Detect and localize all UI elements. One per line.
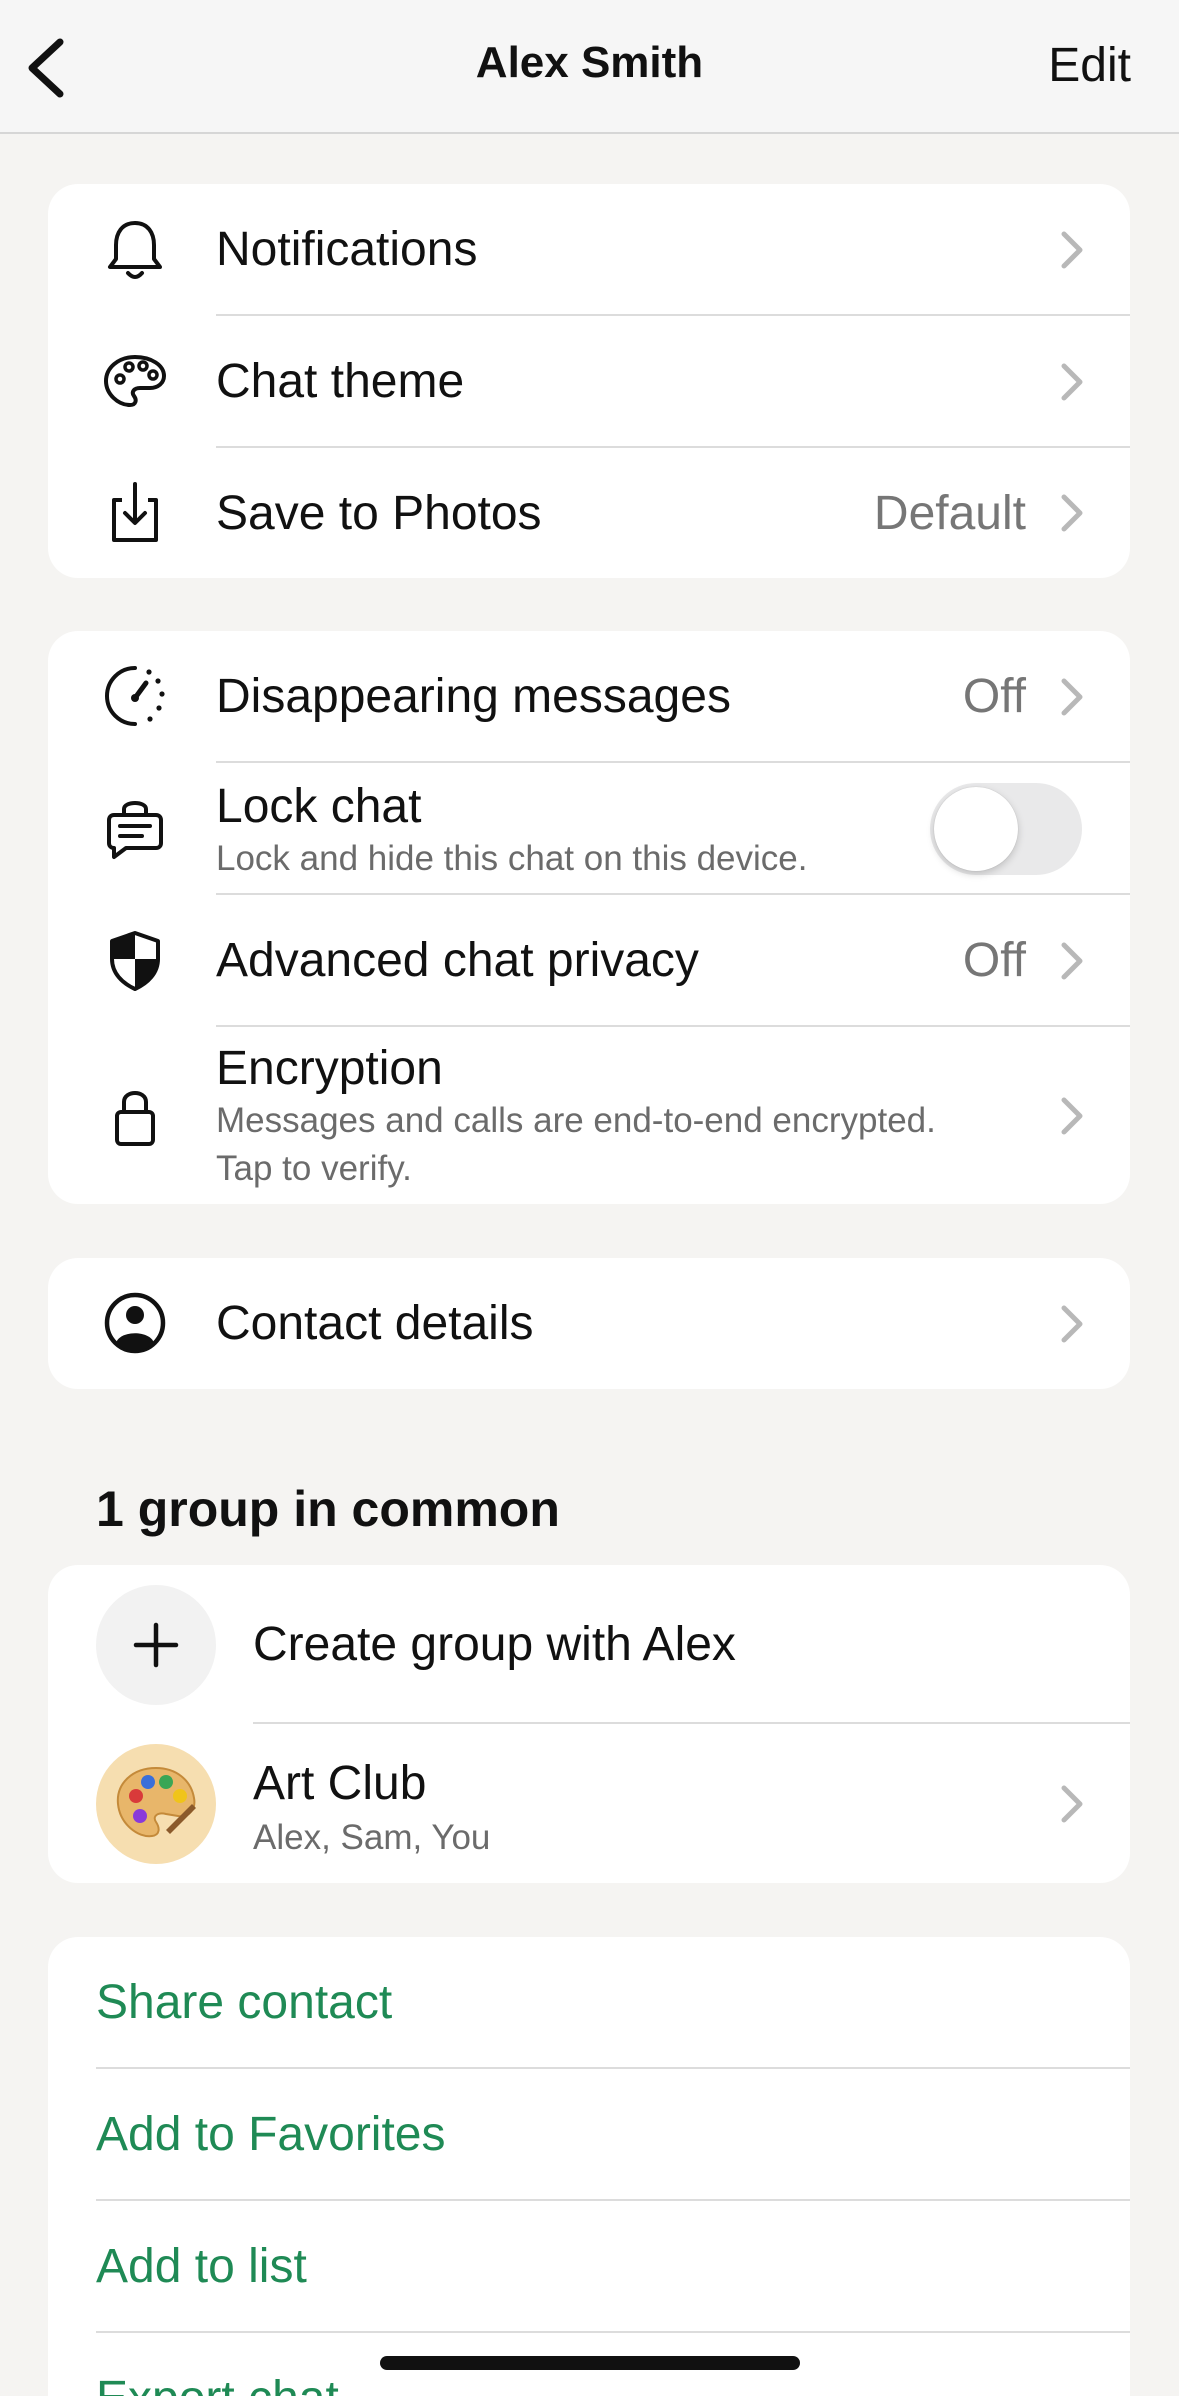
plus-icon bbox=[133, 1622, 179, 1668]
add-to-favorites-label: Add to Favorites bbox=[96, 2108, 446, 2161]
contact-details-card: Contact details bbox=[48, 1258, 1130, 1389]
notifications-label: Notifications bbox=[216, 223, 478, 276]
chevron-right-icon bbox=[1061, 494, 1083, 532]
share-contact-row[interactable]: Share contact bbox=[48, 1937, 1130, 2069]
chat-lock-icon bbox=[107, 801, 163, 859]
disappearing-messages-row[interactable]: Disappearing messages Off bbox=[48, 631, 1130, 762]
edit-button[interactable]: Edit bbox=[1048, 38, 1131, 93]
group-avatar bbox=[96, 1744, 216, 1864]
disappearing-messages-label: Disappearing messages bbox=[216, 670, 731, 723]
download-to-photos-icon bbox=[112, 482, 158, 542]
chevron-right-icon bbox=[1061, 363, 1083, 401]
export-chat-label: Export chat bbox=[96, 2371, 339, 2396]
advanced-chat-privacy-value: Off bbox=[962, 934, 1026, 987]
shield-icon bbox=[110, 931, 160, 991]
encryption-verify-hint: Tap to verify. bbox=[216, 1149, 412, 1188]
group-row-art-club[interactable]: Art Club Alex, Sam, You bbox=[48, 1724, 1130, 1883]
palette-icon bbox=[104, 355, 166, 407]
lock-chat-row: Lock chat Lock and hide this chat on thi… bbox=[48, 763, 1130, 895]
chevron-right-icon bbox=[1061, 231, 1083, 269]
privacy-card: Disappearing messages Off Lock chat Lock… bbox=[48, 631, 1130, 1204]
contact-details-row[interactable]: Contact details bbox=[48, 1258, 1130, 1389]
bell-icon bbox=[108, 221, 162, 279]
advanced-chat-privacy-label: Advanced chat privacy bbox=[216, 934, 699, 987]
chevron-right-icon bbox=[1061, 942, 1083, 980]
lock-chat-toggle[interactable] bbox=[930, 783, 1082, 875]
advanced-chat-privacy-row[interactable]: Advanced chat privacy Off bbox=[48, 895, 1130, 1026]
chevron-right-icon bbox=[1061, 1097, 1083, 1135]
lock-chat-description: Lock and hide this chat on this device. bbox=[216, 839, 808, 878]
disappearing-messages-value: Off bbox=[962, 670, 1026, 723]
chat-theme-row[interactable]: Chat theme bbox=[48, 316, 1130, 448]
home-indicator bbox=[380, 2356, 800, 2370]
share-contact-label: Share contact bbox=[96, 1976, 393, 2029]
save-to-photos-row[interactable]: Save to Photos Default bbox=[48, 448, 1130, 578]
chat-theme-label: Chat theme bbox=[216, 355, 465, 408]
encryption-description: Messages and calls are end-to-end encryp… bbox=[216, 1101, 936, 1140]
disappearing-timer-icon bbox=[105, 666, 165, 726]
lock-icon bbox=[115, 1091, 155, 1146]
add-to-list-label: Add to list bbox=[96, 2240, 307, 2293]
encryption-label: Encryption bbox=[216, 1042, 443, 1095]
encryption-row[interactable]: Encryption Messages and calls are end-to… bbox=[48, 1027, 1130, 1204]
group-name: Art Club bbox=[253, 1757, 427, 1810]
contact-details-label: Contact details bbox=[216, 1297, 534, 1350]
settings-card-1: Notifications Chat theme Save to Photos … bbox=[48, 184, 1130, 578]
toggle-knob bbox=[934, 787, 1018, 871]
add-icon-circle bbox=[96, 1585, 216, 1705]
create-group-label: Create group with Alex bbox=[253, 1618, 736, 1671]
chevron-right-icon bbox=[1061, 678, 1083, 716]
add-to-favorites-row[interactable]: Add to Favorites bbox=[48, 2069, 1130, 2201]
page-title: Alex Smith bbox=[475, 38, 704, 87]
save-to-photos-label: Save to Photos bbox=[216, 487, 542, 540]
group-members: Alex, Sam, You bbox=[253, 1818, 491, 1857]
lock-chat-label: Lock chat bbox=[216, 780, 422, 833]
create-group-row[interactable]: Create group with Alex bbox=[48, 1565, 1130, 1723]
groups-card: Create group with Alex Art Club Alex, Sa… bbox=[48, 1565, 1130, 1883]
actions-card: Share contact Add to Favorites Add to li… bbox=[48, 1937, 1130, 2396]
palette-emoji-icon bbox=[116, 1766, 196, 1838]
add-to-list-row[interactable]: Add to list bbox=[48, 2201, 1130, 2333]
notifications-row[interactable]: Notifications bbox=[48, 184, 1130, 316]
groups-in-common-header: 1 group in common bbox=[96, 1481, 560, 1537]
chevron-right-icon bbox=[1061, 1305, 1083, 1343]
person-circle-icon bbox=[104, 1292, 166, 1354]
save-to-photos-value: Default bbox=[873, 487, 1026, 540]
nav-bar: Alex Smith Edit bbox=[0, 0, 1179, 134]
chevron-right-icon bbox=[1061, 1785, 1083, 1823]
